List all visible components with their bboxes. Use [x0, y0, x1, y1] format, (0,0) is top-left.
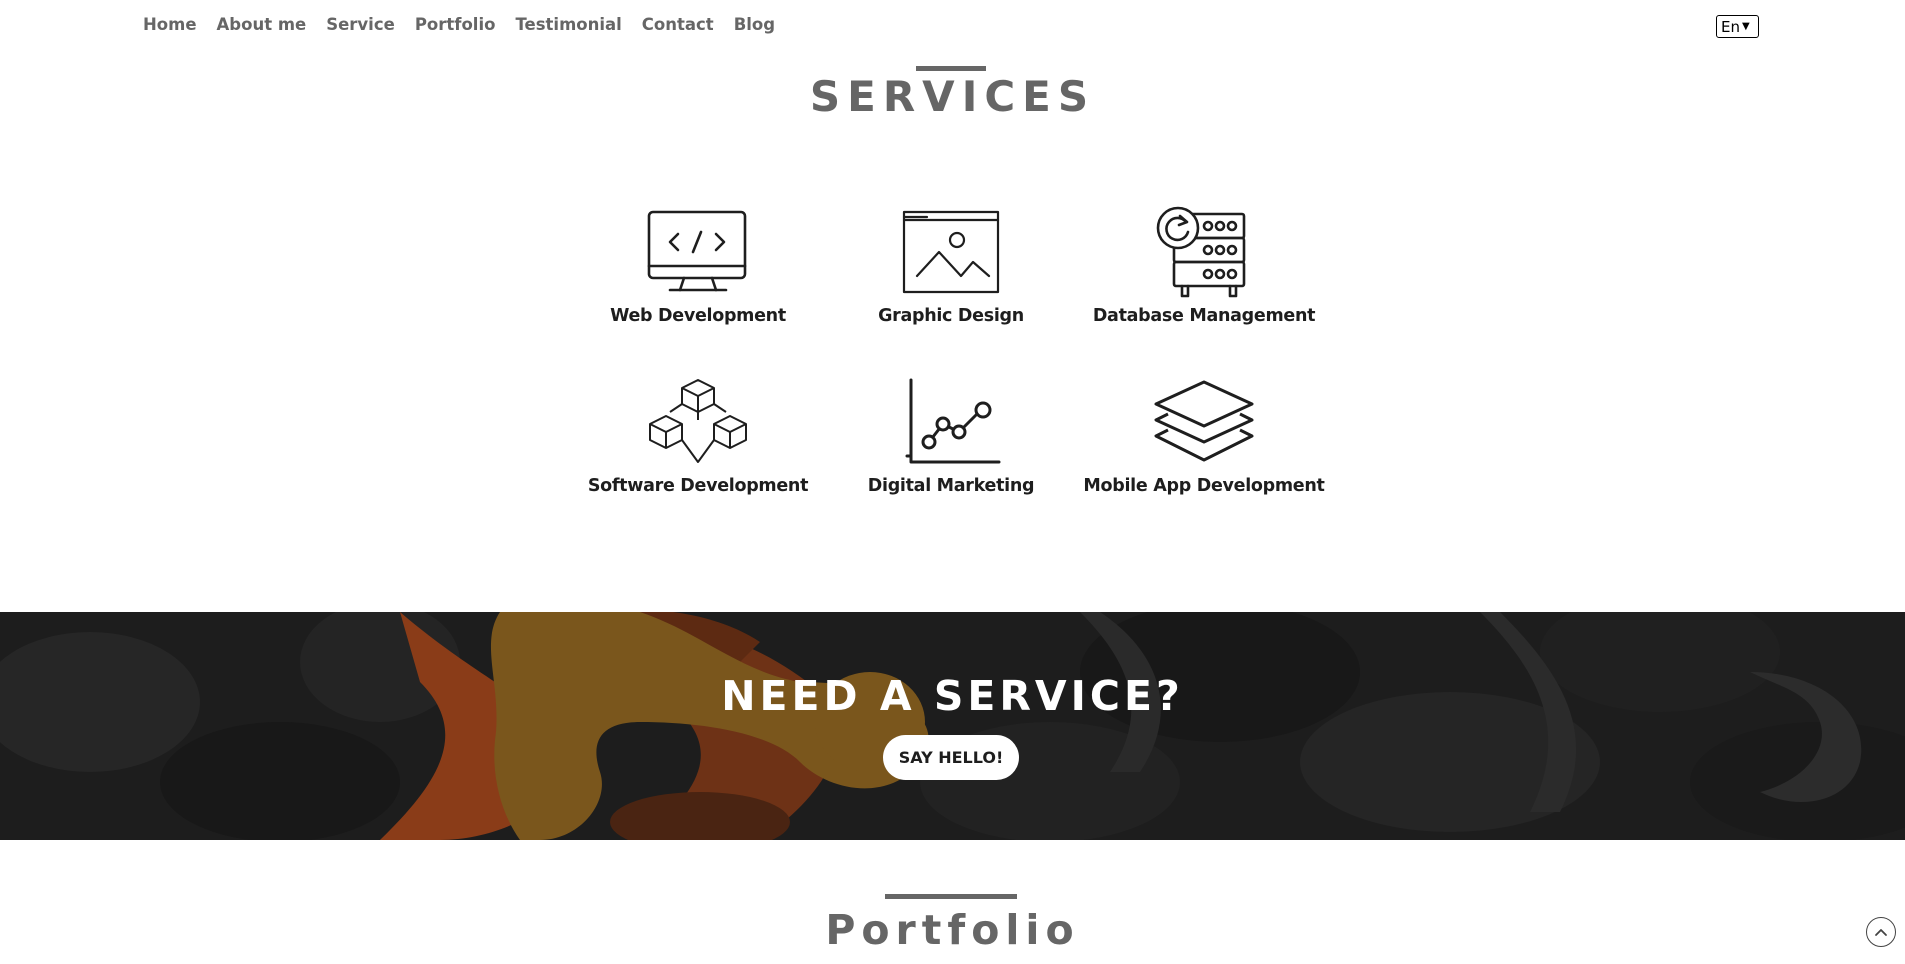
monitor-code-icon	[647, 210, 747, 292]
language-select[interactable]: En ▼	[1716, 15, 1759, 38]
service-label: Software Development	[587, 476, 809, 496]
say-hello-button[interactable]: SAY HELLO!	[883, 735, 1019, 780]
nav-link-service[interactable]: Service	[326, 15, 395, 34]
nav-link-about[interactable]: About me	[217, 15, 307, 34]
service-label: Database Management	[1092, 306, 1316, 326]
service-item-web-development: Web Development	[568, 204, 828, 326]
portfolio-title: Portfolio	[825, 906, 1080, 954]
chevron-up-icon	[1875, 929, 1887, 936]
need-service-banner: NEED A SERVICE? SAY HELLO!	[0, 612, 1905, 840]
cubes-icon	[649, 379, 747, 463]
services-heading-bar	[916, 66, 986, 71]
chevron-down-icon: ▼	[1741, 21, 1750, 32]
banner-background-image	[0, 612, 1905, 840]
nav-link-home[interactable]: Home	[143, 15, 197, 34]
layers-icon	[1154, 380, 1254, 462]
nav-link-testimonial[interactable]: Testimonial	[515, 15, 621, 34]
service-label: Mobile App Development	[1083, 476, 1325, 496]
service-label: Graphic Design	[878, 306, 1024, 326]
scroll-to-top-button[interactable]	[1866, 917, 1896, 947]
services-title: SERVICES	[809, 72, 1096, 121]
service-item-digital-marketing: Digital Marketing	[821, 374, 1081, 496]
image-window-icon	[902, 210, 1000, 294]
nav-link-portfolio[interactable]: Portfolio	[415, 15, 496, 34]
portfolio-heading-bar	[885, 894, 1017, 899]
service-label: Web Development	[610, 306, 786, 326]
service-item-software-development: Software Development	[568, 374, 828, 496]
server-refresh-icon	[1156, 206, 1246, 298]
nav-link-contact[interactable]: Contact	[642, 15, 714, 34]
service-item-graphic-design: Graphic Design	[821, 204, 1081, 326]
language-value: En	[1721, 17, 1740, 36]
service-item-mobile-app-development: Mobile App Development	[1074, 374, 1334, 496]
banner-title: NEED A SERVICE?	[721, 672, 1184, 720]
service-item-database-management: Database Management	[1074, 204, 1334, 326]
top-nav: Home About me Service Portfolio Testimon…	[0, 0, 1905, 52]
nav-link-blog[interactable]: Blog	[734, 15, 775, 34]
service-label: Digital Marketing	[867, 476, 1035, 496]
line-chart-icon	[905, 378, 1001, 464]
nav-links: Home About me Service Portfolio Testimon…	[143, 15, 775, 34]
